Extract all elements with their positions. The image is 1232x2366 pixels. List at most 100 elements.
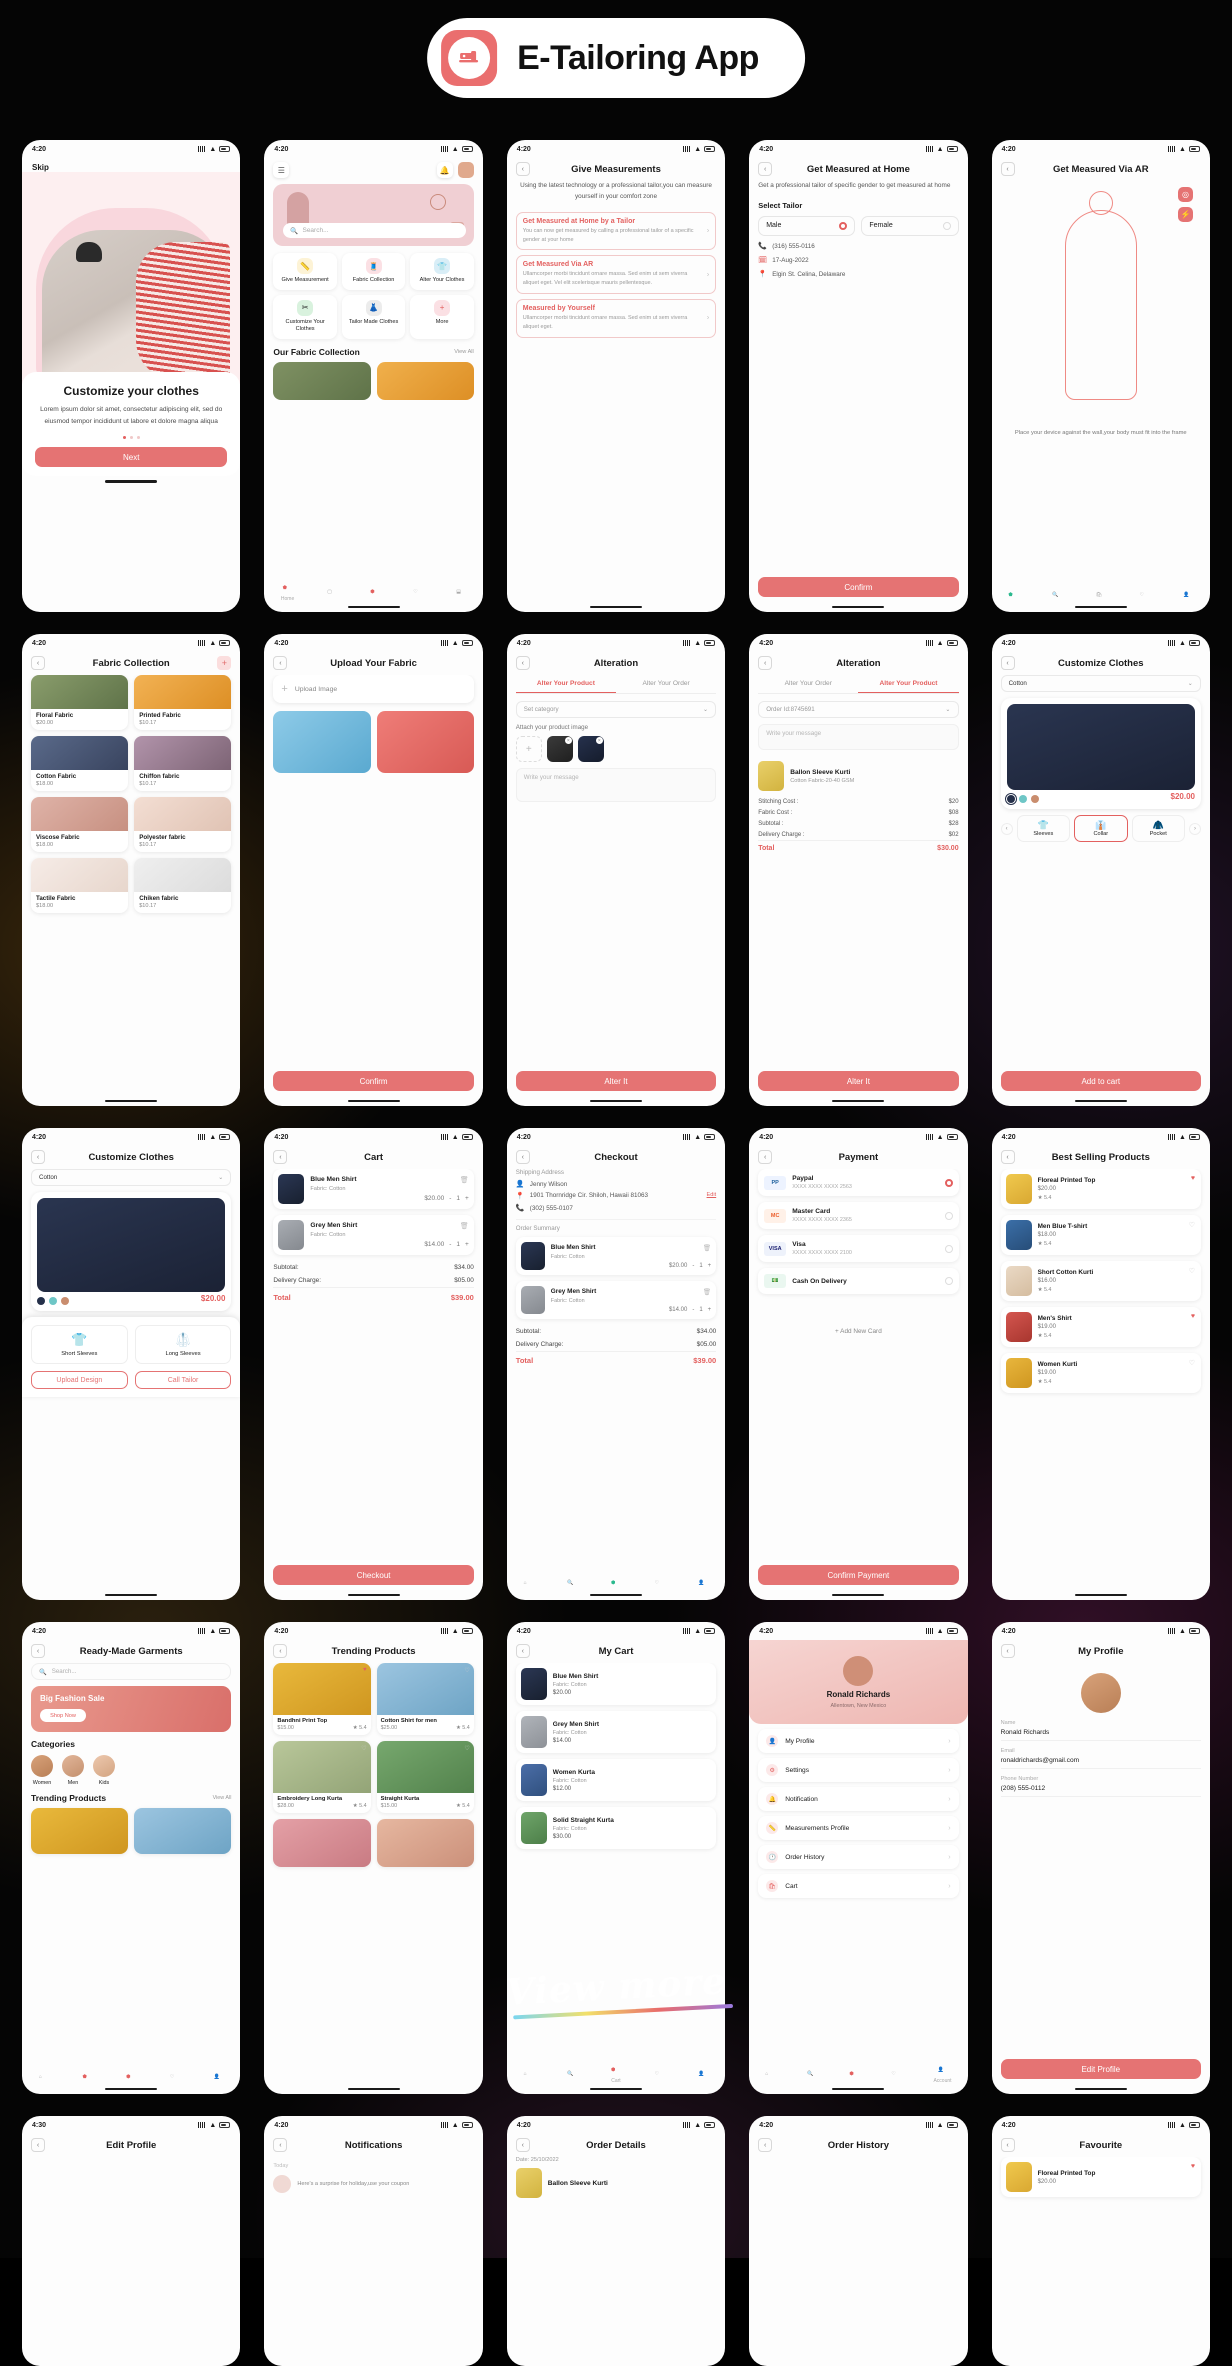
attached-image[interactable]: ×: [577, 736, 604, 762]
heart-icon[interactable]: ♥: [363, 1667, 367, 1673]
tab-account[interactable]: 👤: [1183, 592, 1193, 602]
back-button[interactable]: ‹: [1000, 656, 1015, 670]
option-measured-by-yourself[interactable]: Measured by Yourself Ullamcorper morbi t…: [515, 298, 717, 338]
tab-favourite[interactable]: ♡: [655, 2071, 665, 2081]
fabric-card[interactable]: Floral Fabric $20.00: [31, 675, 129, 730]
menu-settings[interactable]: ⚙ Settings ›: [758, 1758, 959, 1782]
increment-button[interactable]: +: [708, 1307, 712, 1313]
fabric-card[interactable]: Cotton Fabric $18.00: [31, 736, 129, 791]
date-row[interactable]: 🗓 17-Aug-2022: [758, 256, 958, 265]
back-button[interactable]: ‹: [31, 1150, 45, 1164]
fabric-card[interactable]: Printed Fabric $10.17: [134, 675, 232, 730]
message-textarea[interactable]: Write your message: [515, 768, 717, 802]
tab-cart[interactable]: ⬢: [849, 2071, 859, 2081]
cart-item-row[interactable]: Women Kurta Fabric: Cotton $12.00: [515, 1759, 717, 1801]
decrement-button[interactable]: -: [692, 1307, 694, 1313]
tab-favourite[interactable]: ♡: [170, 2074, 180, 2084]
call-tailor-button[interactable]: Call Tailor: [134, 1371, 232, 1389]
tab-cart[interactable]: ⬢ Cart: [611, 2067, 621, 2084]
avatar[interactable]: [843, 1655, 874, 1686]
confirm-payment-button[interactable]: Confirm Payment: [758, 1565, 959, 1585]
order-id-select[interactable]: Order Id:8745691 ⌄: [758, 701, 959, 718]
tab-home[interactable]: ⌂: [524, 2071, 534, 2081]
add-fabric-button[interactable]: +: [217, 656, 232, 670]
uploaded-fabric-thumb[interactable]: [273, 711, 371, 773]
tab-favourite[interactable]: ♡: [413, 589, 423, 599]
next-option-button[interactable]: ›: [1189, 822, 1201, 835]
tab-account[interactable]: 👤 Account: [933, 2067, 951, 2084]
menu-my-profile[interactable]: 👤 My Profile ›: [758, 1729, 959, 1753]
product-row[interactable]: Women Kurti $19.00 ★ 5.4 ♡: [1000, 1353, 1201, 1393]
tab-home[interactable]: ⬟ Home: [281, 585, 294, 602]
fabric-card[interactable]: Chiken fabric $10.17: [134, 858, 232, 913]
back-button[interactable]: ‹: [515, 162, 530, 176]
back-button[interactable]: ‹: [31, 1644, 45, 1658]
checkout-button[interactable]: Checkout: [273, 1565, 474, 1585]
trending-card[interactable]: ♡ Straight Kurta $15.00 ★ 5.4: [376, 1741, 474, 1813]
attached-image[interactable]: ×: [546, 736, 573, 762]
back-button[interactable]: ‹: [31, 656, 45, 670]
alter-it-button[interactable]: Alter It: [758, 1071, 959, 1091]
increment-button[interactable]: +: [708, 1263, 712, 1269]
back-button[interactable]: ‹: [273, 1644, 288, 1658]
trending-card[interactable]: [376, 1819, 474, 1867]
fabric-select[interactable]: Cotton ⌄: [31, 1169, 232, 1186]
option-sleeves[interactable]: 👕 Sleeves: [1016, 815, 1071, 842]
menu-order-history[interactable]: 🕐 Order History ›: [758, 1845, 959, 1869]
trending-card[interactable]: [134, 1808, 232, 1854]
heart-icon[interactable]: ♡: [464, 1667, 469, 1674]
cart-item-row[interactable]: Solid Straight Kurta Fabric: Cotton $30.00: [515, 1807, 717, 1849]
delete-icon[interactable]: 🗑: [703, 1288, 711, 1296]
next-button[interactable]: Next: [35, 447, 228, 468]
back-button[interactable]: ‹: [515, 656, 530, 670]
trending-card[interactable]: ♡ Embroidery Long Kurta $28.00 ★ 5.4: [273, 1741, 371, 1813]
heart-icon[interactable]: ♡: [1189, 1267, 1195, 1275]
view-all-link[interactable]: View All: [454, 349, 474, 355]
payment-method-mastercard[interactable]: MC Master Card XXXX XXXX XXXX 2365: [758, 1202, 959, 1229]
avatar[interactable]: [457, 162, 474, 178]
tab-favourite[interactable]: ♡: [891, 2071, 901, 2081]
tab-favourite[interactable]: ♡: [655, 1580, 665, 1590]
category-select[interactable]: Set category ⌄: [515, 701, 717, 718]
tab-search[interactable]: 🔍: [567, 2071, 577, 2081]
menu-notification[interactable]: 🔔 Notification ›: [758, 1787, 959, 1811]
shop-now-button[interactable]: Shop Now: [40, 1709, 86, 1722]
tab-alter-your-product[interactable]: Alter Your Product: [515, 675, 616, 693]
tab-home[interactable]: ⌂: [524, 1580, 534, 1590]
edit-link[interactable]: Edit: [707, 1192, 717, 1198]
message-textarea[interactable]: Write your message: [758, 724, 959, 750]
menu-cart[interactable]: 🛍 Cart ›: [758, 1874, 959, 1898]
fabric-select[interactable]: Cotton ⌄: [1000, 675, 1201, 692]
back-button[interactable]: ‹: [273, 656, 288, 670]
back-button[interactable]: ‹: [1000, 162, 1015, 176]
tab-account[interactable]: 👤: [698, 1580, 708, 1590]
increment-button[interactable]: +: [465, 1195, 469, 1202]
flash-icon[interactable]: ⚡: [1177, 207, 1193, 222]
payment-method-visa[interactable]: VISA Visa XXXX XXXX XXXX 2100: [758, 1235, 959, 1262]
cart-item-row[interactable]: Grey Men Shirt Fabric: Cotton $14.00: [515, 1711, 717, 1753]
skip-button[interactable]: Skip: [22, 158, 240, 172]
tab-alter-your-order[interactable]: Alter Your Order: [616, 675, 716, 693]
back-button[interactable]: ‹: [515, 2138, 530, 2152]
tab-alter-your-product[interactable]: Alter Your Product: [858, 675, 959, 693]
tab-alter-your-order[interactable]: Alter Your Order: [758, 675, 858, 693]
delete-icon[interactable]: 🗑: [460, 1222, 469, 1230]
tab-search[interactable]: 🔍: [807, 2071, 817, 2081]
tab-search[interactable]: ▢: [327, 589, 337, 599]
tab-search[interactable]: 🔍: [1052, 592, 1062, 602]
swatch-teal[interactable]: [49, 1297, 57, 1305]
add-to-cart-button[interactable]: Add to cart: [1000, 1071, 1201, 1091]
trending-card[interactable]: [273, 1819, 371, 1867]
prev-option-button[interactable]: ‹: [1000, 822, 1013, 835]
option-long-sleeves[interactable]: 🥼 Long Sleeves: [134, 1325, 232, 1364]
tile-tailor-made-clothes[interactable]: 👗 Tailor Made Clothes: [341, 294, 406, 339]
back-button[interactable]: ‹: [758, 656, 773, 670]
tab-favourite[interactable]: ♡: [1139, 592, 1149, 602]
product-row[interactable]: Men's Shirt $19.00 ★ 5.4 ♥: [1000, 1307, 1201, 1347]
edit-profile-button[interactable]: Edit Profile: [1000, 2059, 1201, 2079]
tab-cart[interactable]: ⬢: [611, 1580, 621, 1590]
swatch-teal[interactable]: [1018, 795, 1027, 803]
product-row[interactable]: Short Cotton Kurti $16.00 ★ 5.4 ♡: [1000, 1261, 1201, 1301]
fabric-card[interactable]: Polyester fabric $10.17: [134, 797, 232, 852]
heart-icon[interactable]: ♥: [1191, 1175, 1195, 1182]
